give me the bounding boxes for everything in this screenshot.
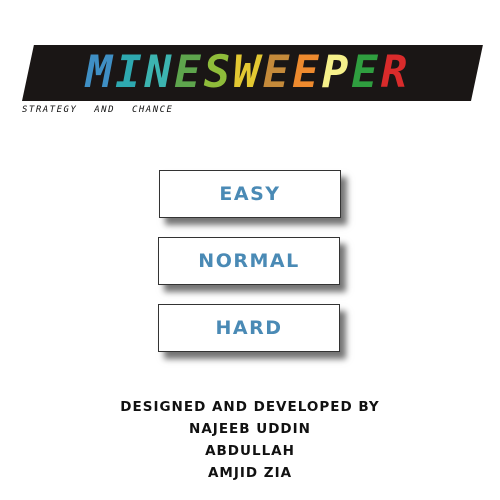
hard-button[interactable]: HARD bbox=[158, 304, 340, 352]
logo-letter: M bbox=[85, 47, 116, 98]
logo-letter: N bbox=[144, 47, 175, 98]
credits-heading: DESIGNED AND DEVELOPED BY bbox=[120, 399, 380, 415]
logo-letter: I bbox=[115, 47, 145, 98]
normal-button-label: NORMAL bbox=[198, 250, 300, 272]
credits: DESIGNED AND DEVELOPED BY NAJEEB UDDIN A… bbox=[0, 396, 500, 484]
logo-letter: W bbox=[233, 47, 263, 98]
logo-letter: E bbox=[351, 47, 381, 98]
hard-button-label: HARD bbox=[215, 317, 283, 339]
game-logo-title: MINESWEEPER bbox=[30, 48, 466, 98]
logo-letter: P bbox=[321, 47, 352, 98]
logo-letter: E bbox=[174, 47, 204, 98]
easy-button[interactable]: EASY bbox=[159, 170, 341, 218]
logo-letter: R bbox=[380, 47, 411, 98]
credits-author-1: NAJEEB UDDIN bbox=[189, 421, 311, 437]
logo-letter: E bbox=[262, 47, 293, 98]
game-tagline: STRATEGY AND CHANCE bbox=[22, 105, 174, 115]
logo-letter: S bbox=[203, 47, 234, 98]
credits-author-3: AMJID ZIA bbox=[207, 465, 293, 481]
logo-letter: E bbox=[292, 47, 322, 98]
credits-author-2: ABDULLAH bbox=[205, 443, 295, 459]
easy-button-label: EASY bbox=[219, 183, 281, 205]
normal-button[interactable]: NORMAL bbox=[158, 237, 340, 285]
